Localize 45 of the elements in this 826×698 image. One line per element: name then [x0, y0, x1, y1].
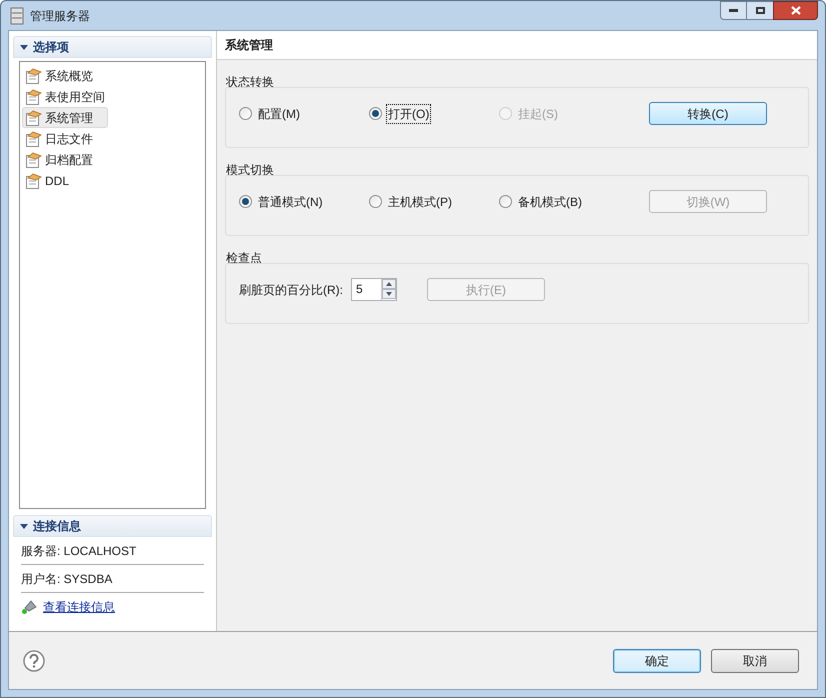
radio-label[interactable]: 普通模式(N) [257, 192, 324, 210]
collapse-icon [20, 524, 28, 528]
sidebar-item[interactable]: DDL [22, 170, 72, 191]
radio-button[interactable] [239, 107, 252, 120]
radio-button[interactable] [369, 195, 382, 208]
config-file-icon [25, 152, 42, 168]
radio-label[interactable]: 主机模式(P) [387, 192, 453, 210]
config-file-icon [25, 88, 42, 104]
sidebar-item[interactable]: 系统管理 [22, 107, 108, 128]
sidebar-item[interactable]: 表使用空间 [22, 86, 108, 107]
section-header[interactable]: 连接信息 [13, 515, 212, 537]
dialog-button[interactable]: 取消 [711, 648, 799, 672]
window-title: 管理服务器 [30, 8, 90, 24]
radio-label[interactable]: 备机模式(B) [517, 192, 583, 210]
number-spinner[interactable]: 5 [351, 278, 397, 301]
connection-icon [21, 599, 37, 615]
config-file-icon [25, 68, 42, 84]
server-icon [10, 6, 24, 24]
radio-button[interactable] [239, 195, 252, 208]
minimize-button[interactable] [720, 1, 747, 20]
connection-link[interactable]: 查看连接信息 [43, 598, 115, 616]
dialog-button[interactable]: 确定 [613, 648, 701, 672]
action-button[interactable]: 转换(C) [649, 102, 767, 125]
close-button[interactable] [773, 1, 818, 20]
config-file-icon [25, 172, 42, 188]
panel-title: 系统管理 [225, 37, 273, 54]
field-label: 刷脏页的百分比(R): [239, 282, 343, 298]
close-icon [790, 6, 800, 15]
radio-button[interactable] [369, 107, 382, 120]
sidebar-item[interactable]: 系统概览 [22, 65, 96, 86]
collapse-icon [20, 44, 28, 50]
radio-label[interactable]: 打开(O) [387, 104, 430, 122]
radio-button[interactable] [499, 195, 512, 208]
group-title: 模式切换 [226, 162, 275, 178]
config-file-icon [25, 110, 42, 126]
section-header[interactable]: 选择项 [13, 36, 212, 58]
sidebar-item[interactable]: 日志文件 [22, 128, 96, 149]
help-icon[interactable] [23, 650, 45, 672]
radio-label: 挂起(S) [517, 106, 559, 122]
info-text: 服务器: LOCALHOST [21, 538, 204, 565]
maximize-button[interactable] [747, 1, 773, 20]
info-text: 用户名: SYSDBA [21, 566, 204, 593]
radio-label[interactable]: 配置(M) [257, 104, 301, 122]
sidebar-item[interactable]: 归档配置 [22, 149, 96, 170]
config-file-icon [25, 130, 42, 146]
